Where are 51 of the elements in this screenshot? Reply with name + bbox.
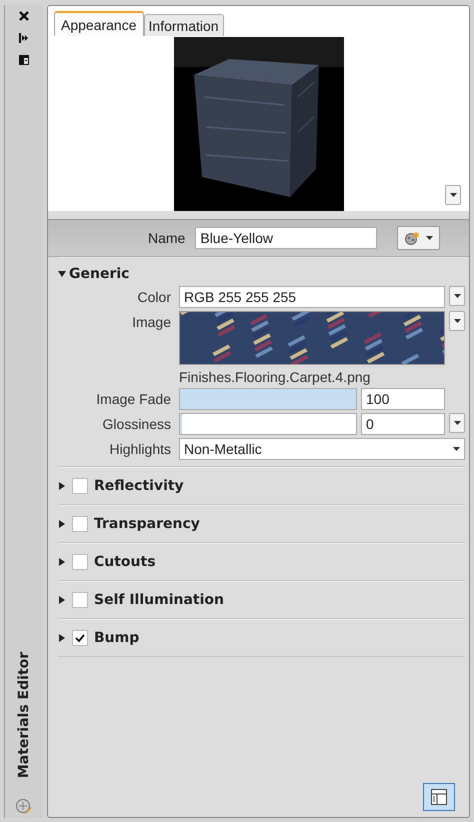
close-icon[interactable] [19, 11, 29, 21]
collapsed-arrow-icon[interactable] [58, 596, 66, 604]
color-field[interactable]: RGB 255 255 255 [179, 286, 445, 308]
create-material-button[interactable] [397, 226, 440, 250]
property-label: Image [131, 313, 171, 332]
section-title: Cutouts [94, 554, 156, 570]
property-label: Glossiness [102, 415, 171, 434]
section-title: Bump [94, 630, 140, 646]
tab[interactable]: Appearance [54, 11, 144, 36]
palette-title: Materials Editor [16, 652, 32, 778]
section-title: Generic [69, 266, 130, 282]
property-label: Image Fade [95, 390, 171, 409]
checkbox[interactable] [72, 516, 88, 532]
dropdown-button[interactable] [449, 311, 465, 331]
caret-icon [454, 421, 460, 425]
tab[interactable]: Information [144, 14, 224, 36]
property-label: Highlights [108, 440, 171, 459]
dropdown-button[interactable] [445, 185, 461, 205]
slider-track[interactable] [179, 413, 357, 435]
highlights-dropdown[interactable]: Non-Metallic [179, 438, 465, 460]
checkbox[interactable] [72, 592, 88, 608]
layout-icon [431, 789, 447, 805]
material-sphere-icon [404, 231, 420, 245]
checkmark-icon [74, 632, 86, 644]
checkbox[interactable] [72, 554, 88, 570]
name-field[interactable]: Blue-Yellow [195, 227, 378, 249]
image-filename: Finishes.Flooring.Carpet.4.png [179, 369, 372, 385]
expanded-arrow-icon[interactable] [58, 270, 66, 278]
layout-button[interactable] [423, 783, 455, 811]
section-title: Self Illumination [94, 592, 224, 608]
dropdown-button[interactable] [449, 286, 465, 306]
value-field[interactable]: 100 [361, 388, 445, 410]
collapsed-arrow-icon[interactable] [58, 520, 66, 528]
caret-icon [426, 236, 434, 240]
name-label: Name [148, 230, 186, 246]
section-title: Reflectivity [94, 478, 184, 494]
caret-icon [454, 319, 460, 323]
value-field[interactable]: 0 [361, 413, 445, 435]
dropdown-button[interactable] [449, 413, 465, 433]
caret-icon [450, 193, 456, 197]
caret-icon [453, 447, 460, 451]
checkbox[interactable] [72, 630, 88, 646]
property-label: Color [136, 288, 171, 307]
collapsed-arrow-icon[interactable] [58, 634, 66, 642]
collapsed-arrow-icon[interactable] [58, 482, 66, 490]
properties-icon[interactable] [19, 55, 29, 65]
collapsed-arrow-icon[interactable] [58, 558, 66, 566]
section-title: Transparency [94, 516, 200, 532]
caret-icon [454, 294, 460, 298]
checkbox[interactable] [72, 478, 88, 494]
auto-hide-icon[interactable] [19, 33, 29, 43]
